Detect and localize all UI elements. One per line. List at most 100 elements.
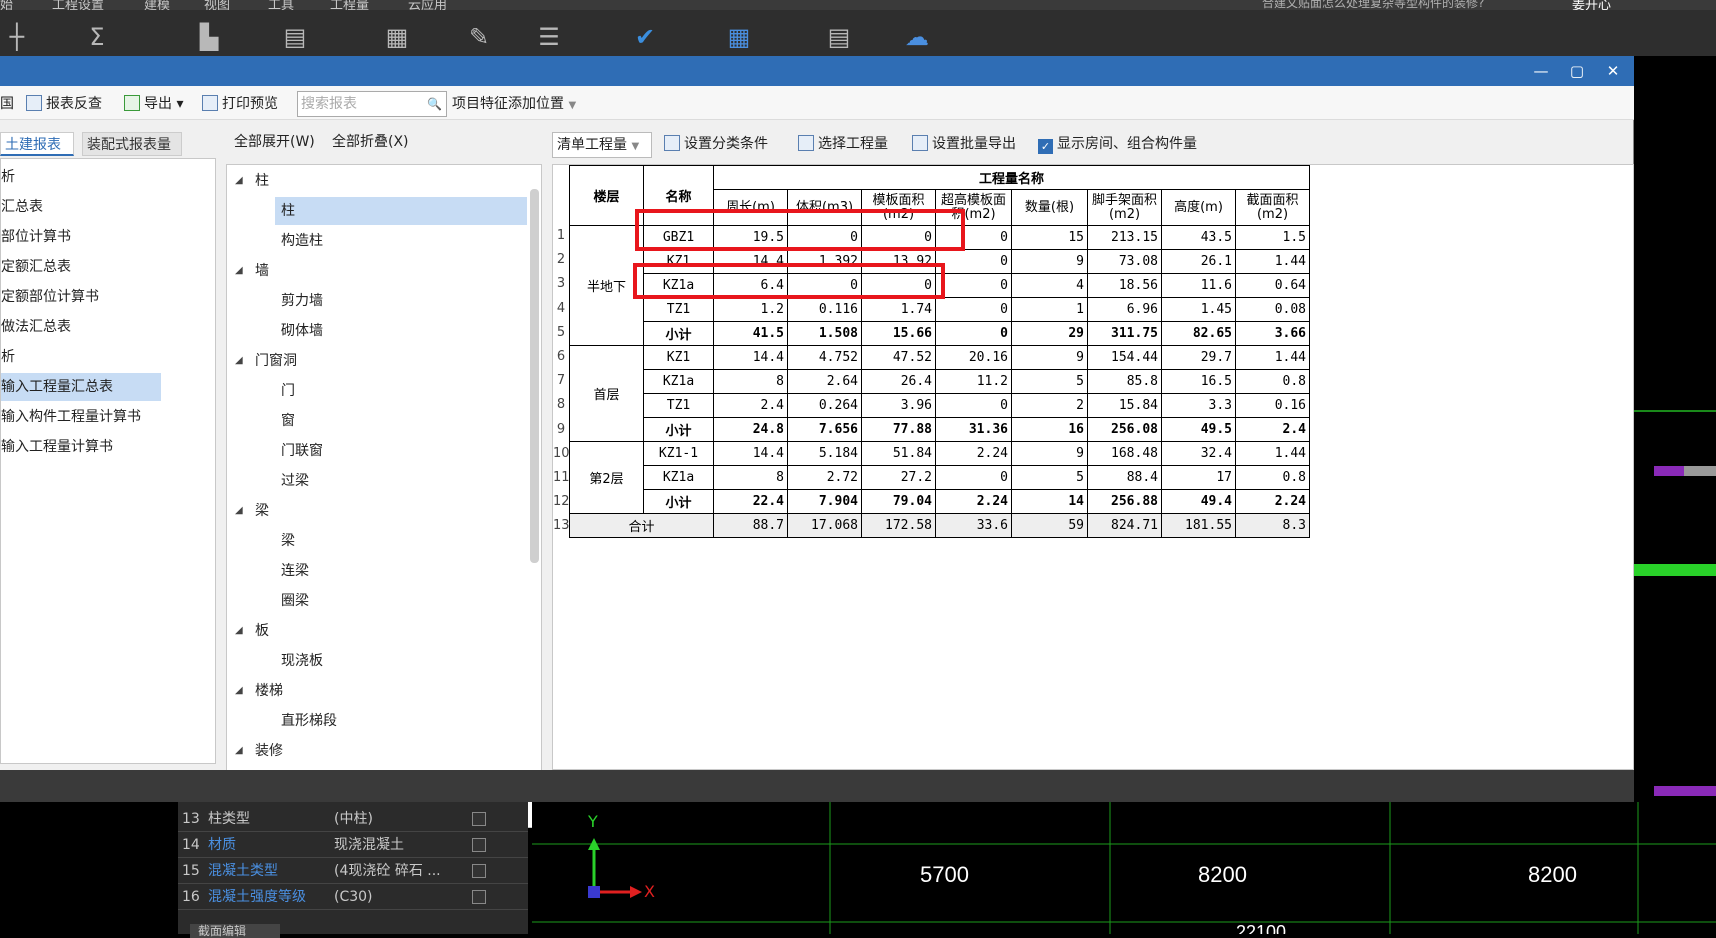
menu-start[interactable]: 始 (0, 0, 13, 10)
tree-group-stair[interactable]: 楼梯 (255, 677, 283, 705)
tree-item-door-window[interactable]: 门联窗 (281, 437, 323, 465)
edit-icon[interactable]: ✎ (462, 22, 496, 52)
tree-item-ring-beam[interactable]: 圈梁 (281, 587, 309, 615)
menu-project-settings[interactable]: 工程设置 (52, 0, 104, 10)
row-number[interactable]: 9 (553, 418, 569, 442)
feature-position-dropdown[interactable]: 项目特征添加位置 ▼ (452, 94, 576, 114)
report-icon[interactable]: ▤ (278, 22, 312, 52)
tree-item-shear[interactable]: 剪力墙 (281, 287, 323, 315)
quantity-type-select[interactable]: 清单工程量 ▼ (552, 132, 652, 158)
table-row[interactable]: TZ1 2.4 0.264 3.96 0 2 15.84 3.3 0.16 (570, 393, 1310, 418)
tree-item-beam[interactable]: 梁 (281, 527, 295, 555)
table-row[interactable]: 首层 KZ1 14.4 4.752 47.52 20.16 9 154.44 29.7 1.44 (569, 345, 1310, 442)
print-preview-button[interactable]: 打印预览 (202, 94, 278, 114)
tree-item-gzz[interactable]: 构造柱 (281, 227, 323, 255)
report-item[interactable]: 部位计算书 (1, 223, 215, 251)
report-item[interactable]: 析 (1, 163, 215, 191)
subtotal-row[interactable]: 小计 24.8 7.656 77.88 31.36 16 256.08 49.5 2.4 (570, 417, 1310, 442)
close-button[interactable]: ✕ (1598, 56, 1628, 86)
row-number[interactable]: 8 (553, 393, 569, 417)
tree-group-slab[interactable]: 板 (255, 617, 269, 645)
property-row[interactable]: 16 混凝土强度等级 (C30) (178, 884, 528, 910)
collapse-arrow-icon[interactable]: ◢ (235, 677, 243, 705)
menu-cloud[interactable]: 云应用 (408, 0, 447, 10)
report-item[interactable]: 定额汇总表 (1, 253, 215, 281)
set-class-button[interactable]: 设置分类条件 (664, 134, 768, 154)
tree-scrollbar[interactable] (530, 189, 539, 563)
document-icon[interactable]: ▤ (822, 22, 856, 52)
help-search-hint[interactable]: 合建文贴面怎么处理复杂等型构件的装修? (1262, 0, 1512, 10)
tree-group-beam[interactable]: 梁 (255, 497, 269, 525)
sum-icon[interactable]: Σ (80, 22, 114, 52)
row-number[interactable]: 1 (553, 224, 569, 248)
tree-group-door[interactable]: 门窗洞 (255, 347, 297, 375)
report-search-input[interactable]: 搜索报表 🔍 (297, 91, 447, 117)
show-room-checkbox[interactable]: ✓ 显示房间、组合构件量 (1038, 134, 1197, 154)
menu-quantity[interactable]: 工程量 (330, 0, 369, 10)
property-value[interactable]: 现浇混凝土 (334, 832, 404, 858)
cloud-chart-icon[interactable]: ☁ (900, 22, 934, 52)
property-row[interactable]: 14 材质 现浇混凝土 (178, 832, 528, 858)
property-checkbox[interactable] (472, 864, 486, 878)
batch-export-button[interactable]: 设置批量导出 (912, 134, 1016, 154)
calc-icon[interactable]: ▦ (380, 22, 414, 52)
report-item[interactable]: 汇总表 (1, 193, 215, 221)
maximize-button[interactable]: ▢ (1562, 56, 1592, 86)
report-item[interactable]: 定额部位计算书 (1, 283, 215, 311)
menu-view[interactable]: 视图 (204, 0, 230, 10)
row-number[interactable]: 7 (553, 369, 569, 393)
row-number[interactable]: 2 (553, 248, 569, 272)
export-button[interactable]: 导出 ▾ (124, 94, 183, 114)
tree-item-masonry[interactable]: 砌体墙 (281, 317, 323, 345)
property-value[interactable]: (C30) (334, 884, 373, 910)
user-name[interactable]: 姜开心 (1572, 0, 1611, 10)
property-value[interactable]: (4现浇砼 碎石 ... (334, 858, 441, 884)
property-checkbox[interactable] (472, 838, 486, 852)
collapse-arrow-icon[interactable]: ◢ (235, 497, 243, 525)
report-item[interactable]: 输入工程量计算书 (1, 433, 215, 461)
tree-item-window[interactable]: 窗 (281, 407, 295, 435)
tree-group-deco[interactable]: 装修 (255, 737, 283, 765)
row-number[interactable]: 11 (553, 466, 570, 490)
collapse-arrow-icon[interactable]: ◢ (235, 617, 243, 645)
tree-item-stair-seg[interactable]: 直形梯段 (281, 707, 337, 735)
minimize-button[interactable]: — (1526, 56, 1556, 86)
list-icon[interactable]: ☰ (532, 22, 566, 52)
collapse-arrow-icon[interactable]: ◢ (235, 347, 243, 375)
property-checkbox[interactable] (472, 890, 486, 904)
table-row[interactable]: KZ1a 8 2.72 27.2 0 5 88.4 17 0.8 (570, 465, 1310, 490)
report-review-button[interactable]: 报表反查 (26, 94, 102, 114)
tab-civil-report[interactable]: 土建报表量 (0, 132, 74, 177)
table-row[interactable]: TZ1 1.2 0.116 1.74 0 1 6.96 1.45 0.08 (570, 297, 1310, 322)
search-icon[interactable]: 🔍 (427, 92, 442, 116)
row-number[interactable]: 4 (553, 297, 569, 321)
report-item-selected[interactable]: 输入工程量汇总表 (1, 373, 161, 401)
row-number[interactable]: 12 (553, 490, 570, 514)
tree-item-cast-slab[interactable]: 现浇板 (281, 647, 323, 675)
total-row[interactable]: 合计 88.7 17.068 172.58 33.6 59 824.71 181.55 8.3 (569, 513, 1310, 538)
report-item[interactable]: 析 (1, 343, 215, 371)
subtotal-row[interactable]: 小计 41.5 1.508 15.66 0 29 311.75 82.65 3.66 (570, 321, 1310, 346)
subtotal-row[interactable]: 小计 22.4 7.904 79.04 2.24 14 256.88 49.4 2.24 (570, 489, 1310, 514)
check-icon[interactable]: ✔ (628, 22, 662, 52)
collapse-arrow-icon[interactable]: ◢ (235, 167, 243, 195)
tab-section-edit[interactable]: 截面编辑 (190, 924, 280, 938)
collapse-all-button[interactable]: 全部折叠(X) (332, 132, 409, 152)
row-number[interactable]: 10 (553, 442, 570, 466)
table-row[interactable]: KZ1a 8 2.64 26.4 11.2 5 85.8 16.5 0.8 (570, 369, 1310, 394)
tree-item-column[interactable]: 柱 (275, 197, 527, 225)
property-value[interactable]: (中柱) (334, 806, 373, 832)
tree-group-wall[interactable]: 墙 (255, 257, 269, 285)
collapse-arrow-icon[interactable]: ◢ (235, 257, 243, 285)
collapse-arrow-icon[interactable]: ◢ (235, 737, 243, 765)
select-qty-button[interactable]: 选择工程量 (798, 134, 888, 154)
table-row[interactable]: 第2层 KZ1-1 14.4 5.184 51.84 2.24 9 168.48 32.4 1.4… (569, 441, 1310, 514)
tab-assembly-report[interactable]: 装配式报表量 (82, 132, 182, 156)
property-checkbox[interactable] (472, 812, 486, 826)
property-row[interactable]: 15 混凝土类型 (4现浇砼 碎石 ... (178, 858, 528, 884)
row-number[interactable]: 5 (553, 321, 569, 345)
layout-icon[interactable]: ▙ (192, 22, 226, 52)
tree-item-door[interactable]: 门 (281, 377, 295, 405)
report-item[interactable]: 输入构件工程量计算书 (1, 403, 215, 431)
row-number[interactable]: 6 (553, 345, 569, 369)
